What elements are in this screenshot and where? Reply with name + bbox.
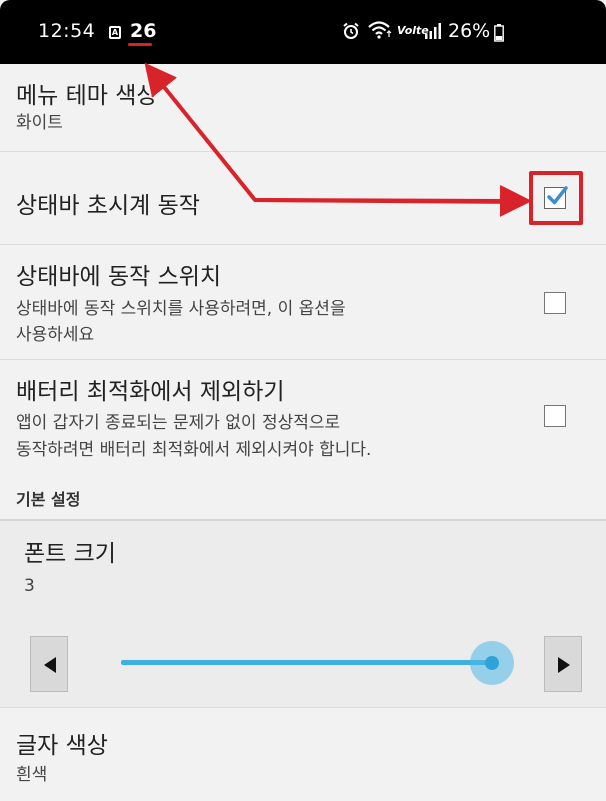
status-bar: 12:54 A 26 Volte 26% bbox=[0, 0, 606, 64]
setting-theme-color[interactable]: 메뉴 테마 색상 화이트 bbox=[0, 64, 606, 152]
setting-summary-line1: 상태바에 동작 스위치를 사용하려면, 이 옵션을 bbox=[16, 299, 346, 319]
arrow-right-icon bbox=[558, 657, 570, 673]
setting-title: 메뉴 테마 색상 bbox=[16, 83, 158, 109]
setting-title: 배터리 최적화에서 제외하기 bbox=[16, 379, 285, 405]
setting-statusbar-switch[interactable]: 상태바에 동작 스위치 상태바에 동작 스위치를 사용하려면, 이 옵션을 사용… bbox=[0, 245, 606, 359]
setting-battery-optimization[interactable]: 배터리 최적화에서 제외하기 앱이 갑자기 종료되는 문제가 없이 정상적으로 … bbox=[0, 360, 606, 478]
notification-number: 26 bbox=[130, 20, 157, 42]
font-size-increase-button[interactable] bbox=[544, 636, 582, 692]
section-header-basic-settings: 기본 설정 bbox=[16, 490, 81, 509]
setting-value: 흰색 bbox=[16, 765, 48, 785]
battery-optimization-checkbox[interactable] bbox=[544, 405, 566, 427]
font-size-slider-thumb[interactable] bbox=[485, 656, 499, 670]
alarm-icon bbox=[342, 22, 360, 44]
app-notification-icon: A bbox=[109, 26, 121, 39]
setting-title: 글자 색상 bbox=[16, 733, 108, 759]
setting-summary-line2: 사용하세요 bbox=[16, 325, 95, 345]
battery-icon bbox=[494, 24, 504, 46]
setting-value: 화이트 bbox=[16, 113, 63, 133]
status-time: 12:54 bbox=[38, 20, 96, 42]
signal-icon bbox=[424, 22, 442, 44]
number-underline-annotation bbox=[128, 43, 152, 46]
setting-summary-line2: 동작하려면 배터리 최적화에서 제외시켜야 합니다. bbox=[16, 440, 372, 460]
font-size-title: 폰트 크기 bbox=[24, 541, 116, 567]
font-size-slider-track[interactable] bbox=[121, 660, 493, 665]
setting-statusbar-clock[interactable]: 상태바 초시계 동작 bbox=[0, 152, 606, 244]
setting-text-color[interactable]: 글자 색상 흰색 bbox=[0, 708, 606, 801]
arrow-left-icon bbox=[44, 657, 56, 673]
font-size-value: 3 bbox=[24, 576, 35, 596]
battery-percent: 26% bbox=[448, 20, 491, 42]
wifi-icon bbox=[368, 20, 394, 44]
setting-summary-line1: 앱이 갑자기 종료되는 문제가 없이 정상적으로 bbox=[16, 413, 341, 433]
statusbar-switch-checkbox[interactable] bbox=[544, 292, 566, 314]
font-size-decrease-button[interactable] bbox=[30, 636, 68, 692]
highlight-annotation-box bbox=[529, 171, 583, 225]
setting-title: 상태바에 동작 스위치 bbox=[16, 264, 222, 290]
setting-title: 상태바 초시계 동작 bbox=[16, 193, 200, 219]
